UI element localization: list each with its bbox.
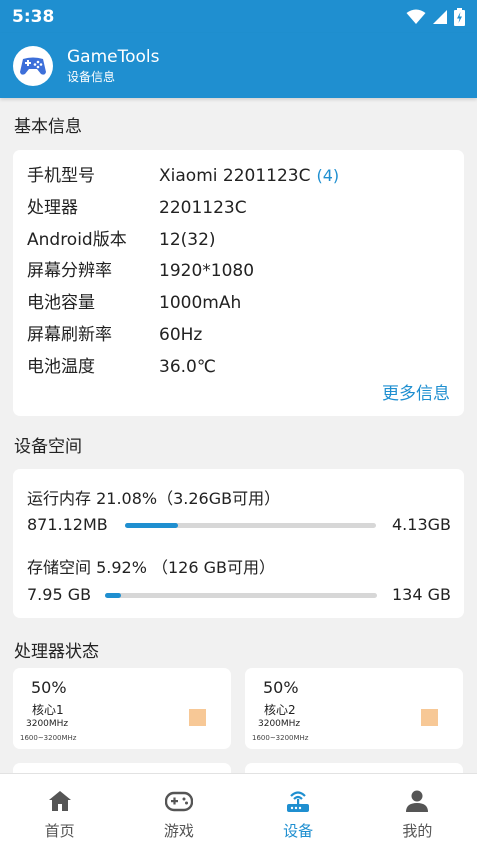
core-load-indicator (189, 709, 206, 726)
battery-charging-icon (454, 7, 465, 26)
info-value: 12(32) (159, 230, 216, 250)
info-row-resolution: 屏幕分辨率 1920*1080 (27, 259, 447, 283)
signal-icon (433, 9, 447, 24)
nav-label: 设备 (283, 822, 314, 840)
model-count: (4) (316, 166, 340, 185)
core-frequency: 3200MHz (258, 719, 301, 729)
core-frequency: 3200MHz (26, 719, 69, 729)
router-icon (284, 788, 312, 814)
nav-label: 我的 (402, 822, 433, 840)
status-time: 5:38 (12, 6, 55, 27)
cpu-core-card: 50% 核心1 3200MHz 1600~3200MHz (13, 668, 231, 749)
nav-home[interactable]: 首页 (0, 774, 119, 848)
basic-info-card: 手机型号 Xiaomi 2201123C (4) 处理器 2201123C And… (13, 150, 464, 416)
info-value: Xiaomi 2201123C (159, 166, 311, 186)
basic-info-title: 基本信息 (14, 117, 82, 137)
core-usage: 50% (31, 678, 67, 697)
core-name: 核心2 (264, 703, 296, 717)
ram-progress-bar (125, 523, 376, 528)
status-bar: 5:38 (0, 0, 477, 33)
core-usage: 50% (263, 678, 299, 697)
info-value: 60Hz (159, 325, 203, 345)
cpu-core-card-partial (245, 763, 463, 773)
gamepad-icon (164, 788, 193, 814)
info-label: 屏幕分辨率 (27, 261, 112, 281)
page-subtitle: 设备信息 (67, 69, 116, 84)
nav-games[interactable]: 游戏 (119, 774, 238, 848)
cpu-status-title: 处理器状态 (14, 642, 99, 662)
nav-label: 游戏 (163, 822, 194, 840)
info-row-android: Android版本 12(32) (27, 228, 447, 252)
info-row-battery-temp: 电池温度 36.0℃ (27, 355, 447, 379)
app-logo (13, 45, 53, 86)
info-label: 处理器 (27, 198, 78, 218)
storage-label: 存储空间 5.92% （126 GB可用） (27, 558, 276, 577)
app-title: GameTools (67, 46, 160, 67)
nav-device[interactable]: 设备 (239, 774, 358, 848)
ram-progress-fill (125, 523, 178, 528)
ram-used: 871.12MB (27, 515, 108, 534)
info-label: 手机型号 (27, 166, 95, 186)
info-value: 2201123C (159, 198, 247, 218)
gamepad-logo-icon (20, 57, 46, 75)
ram-label: 运行内存 21.08%（3.26GB可用） (27, 489, 281, 508)
home-icon (46, 788, 74, 814)
cpu-core-card: 50% 核心2 3200MHz 1600~3200MHz (245, 668, 463, 749)
device-space-card: 运行内存 21.08%（3.26GB可用） 871.12MB 4.13GB 存储… (13, 469, 464, 618)
storage-total: 134 GB (392, 585, 451, 604)
bottom-navigation: 首页 游戏 设备 我的 (0, 773, 477, 848)
core-frequency-range: 1600~3200MHz (252, 734, 309, 742)
person-icon (403, 788, 431, 814)
wifi-icon (406, 9, 426, 24)
more-info-link[interactable]: 更多信息 (382, 379, 450, 404)
system-icons (406, 7, 465, 26)
storage-used: 7.95 GB (27, 585, 92, 604)
info-label: Android版本 (27, 230, 127, 250)
ram-total: 4.13GB (392, 515, 451, 534)
core-load-indicator (421, 709, 438, 726)
storage-progress-fill (105, 593, 122, 598)
device-space-title: 设备空间 (14, 437, 82, 457)
info-row-model: 手机型号 Xiaomi 2201123C (4) (27, 164, 447, 188)
info-value: 1000mAh (159, 293, 242, 313)
main-content[interactable]: 基本信息 手机型号 Xiaomi 2201123C (4) 处理器 2201123… (0, 98, 477, 773)
info-row-processor: 处理器 2201123C (27, 196, 447, 220)
info-value: 36.0℃ (159, 357, 216, 377)
storage-progress-bar (105, 593, 377, 598)
info-row-refresh-rate: 屏幕刷新率 60Hz (27, 323, 447, 347)
core-name: 核心1 (32, 703, 64, 717)
info-label: 电池温度 (27, 357, 95, 377)
cpu-core-card-partial (13, 763, 231, 773)
app-bar: GameTools 设备信息 (0, 33, 477, 98)
nav-label: 首页 (44, 822, 75, 840)
info-label: 屏幕刷新率 (27, 325, 112, 345)
nav-profile[interactable]: 我的 (358, 774, 477, 848)
info-value: 1920*1080 (159, 261, 255, 281)
core-frequency-range: 1600~3200MHz (20, 734, 77, 742)
info-label: 电池容量 (27, 293, 95, 313)
info-row-battery-capacity: 电池容量 1000mAh (27, 291, 447, 315)
